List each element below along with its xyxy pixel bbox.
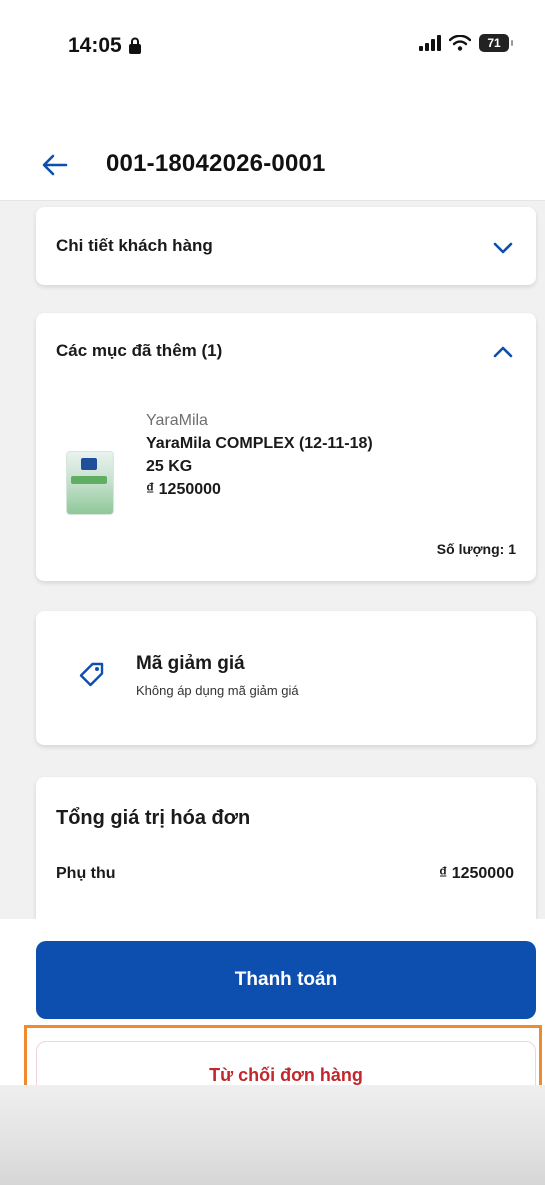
arrow-left-icon [42, 154, 68, 176]
invoice-total-card: Tổng giá trị hóa đơn Phụ thu ₫ 1250000 [36, 777, 536, 919]
scroll-content[interactable]: Chi tiết khách hàng Các mục đã thêm (1) … [0, 201, 545, 919]
lock-icon [128, 37, 141, 54]
product-image [66, 451, 114, 515]
home-indicator-area [0, 1085, 545, 1185]
product-label-band [71, 476, 107, 484]
status-icons: 71 [419, 34, 513, 52]
chevron-up-icon[interactable] [492, 341, 514, 363]
surcharge-label: Phụ thu [56, 865, 116, 882]
added-items-card: Các mục đã thêm (1) YaraMila YaraMila CO… [36, 313, 536, 581]
product-weight: 25 KG [146, 458, 193, 475]
customer-details-title: Chi tiết khách hàng [56, 236, 213, 255]
product-brand: YaraMila [146, 412, 208, 429]
invoice-total-title: Tổng giá trị hóa đơn [56, 807, 251, 829]
page-title: 001-18042026-0001 [106, 150, 326, 177]
chevron-down-icon[interactable] [492, 237, 514, 259]
battery-level: 71 [487, 36, 501, 50]
product-name: YaraMila COMPLEX (12-11-18) [146, 435, 373, 452]
brand-logo-icon [81, 458, 97, 470]
pay-button[interactable]: Thanh toán [36, 941, 536, 1019]
phone-screen: 14:05 71 001-18042026-0001 Chi tiết khác… [0, 0, 545, 1185]
added-items-title: Các mục đã thêm (1) [56, 341, 223, 360]
app-header: 001-18042026-0001 [0, 130, 545, 201]
surcharge-value: ₫ 1250000 [439, 865, 514, 882]
wifi-icon [449, 35, 471, 51]
status-bar: 14:05 71 [0, 0, 545, 80]
back-button[interactable] [38, 148, 72, 182]
discount-subtitle: Không áp dụng mã giảm giá [136, 683, 299, 698]
discount-title: Mã giảm giá [136, 653, 245, 674]
signal-icon [419, 35, 441, 51]
time-text: 14:05 [68, 34, 122, 57]
tag-icon [79, 662, 104, 687]
customer-details-card[interactable]: Chi tiết khách hàng [36, 207, 536, 285]
battery-icon: 71 [479, 34, 513, 52]
product-price: ₫ 1250000 [146, 481, 221, 498]
product-info: YaraMila YaraMila COMPLEX (12-11-18) 25 … [146, 409, 373, 501]
product-quantity: Số lượng: 1 [436, 541, 516, 557]
discount-card[interactable]: Mã giảm giá Không áp dụng mã giảm giá [36, 611, 536, 745]
status-time: 14:05 [68, 34, 142, 58]
